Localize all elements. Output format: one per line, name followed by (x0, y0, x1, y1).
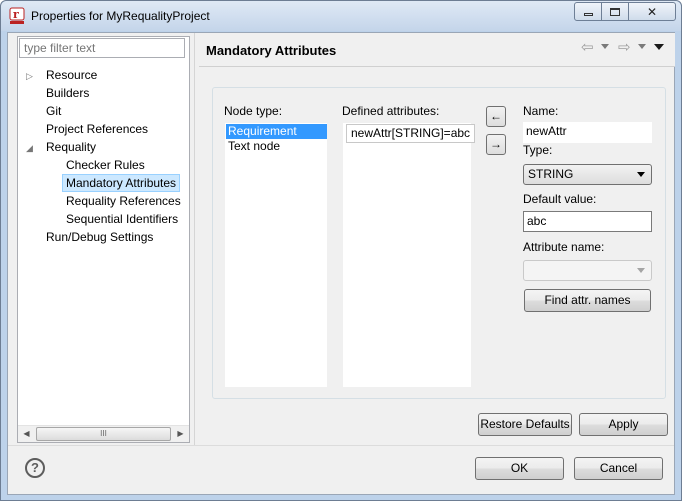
tree-item-resource[interactable]: Resource (43, 66, 100, 84)
list-item-new-attr[interactable]: newAttr[STRING]=abc (346, 124, 476, 143)
arrow-right-icon: → (490, 137, 502, 151)
default-value-field[interactable]: abc (523, 211, 652, 232)
dialog-client-area: ▷ Resource Builders Git Project Referenc… (7, 32, 675, 495)
tree-item-mandatory-attributes[interactable]: Mandatory Attributes (62, 174, 181, 192)
tree-item-project-references[interactable]: Project References (43, 120, 151, 138)
tree-item-builders[interactable]: Builders (43, 84, 92, 102)
list-item-text-node[interactable]: Text node (226, 139, 282, 154)
chevron-down-icon (637, 268, 645, 273)
remove-attribute-button[interactable]: → (486, 134, 506, 155)
restore-defaults-button[interactable]: Restore Defaults (478, 413, 572, 436)
maximize-button[interactable] (601, 2, 629, 21)
name-label: Name: (523, 104, 559, 118)
page-title: Mandatory Attributes (206, 43, 337, 58)
tree-item-requality[interactable]: Requality (43, 138, 99, 156)
filter-input[interactable] (19, 38, 185, 58)
tree-item-run-debug-settings[interactable]: Run/Debug Settings (43, 228, 156, 246)
footer-separator (8, 445, 674, 446)
minimize-button[interactable] (574, 2, 602, 21)
defined-attributes-list[interactable]: newAttr[STRING]=abc (342, 122, 476, 388)
scroll-right-icon[interactable]: ▶ (172, 426, 189, 442)
back-history-dropdown-icon[interactable] (601, 44, 609, 49)
panel-divider[interactable] (194, 33, 195, 445)
minimize-icon (583, 13, 593, 16)
close-icon: ✕ (646, 4, 658, 19)
name-field[interactable]: newAttr (523, 122, 652, 143)
attribute-name-label: Attribute name: (523, 240, 605, 254)
node-type-list[interactable]: Requirement Text node (224, 122, 328, 388)
preference-tree-panel: ▷ Resource Builders Git Project Referenc… (17, 36, 190, 443)
back-arrow-icon[interactable]: ⇦ (581, 40, 594, 56)
type-label: Type: (523, 143, 553, 157)
tree-item-git[interactable]: Git (43, 102, 64, 120)
chevron-down-icon (637, 172, 645, 177)
tree-horizontal-scrollbar[interactable]: ◀ III ▶ (18, 425, 189, 442)
cancel-button[interactable]: Cancel (574, 457, 663, 480)
title-bar: r Properties for MyRequalityProject ✕ (1, 1, 681, 31)
node-type-label: Node type: (224, 104, 283, 118)
ok-button[interactable]: OK (475, 457, 564, 480)
arrow-left-icon: ← (490, 109, 502, 123)
attribute-name-select[interactable] (523, 260, 652, 281)
requality-app-icon: r (9, 7, 25, 24)
help-icon[interactable]: ? (25, 458, 45, 478)
tree-item-requality-references[interactable]: Requality References (63, 192, 184, 210)
svg-text:r: r (13, 8, 19, 21)
tree-item-checker-rules[interactable]: Checker Rules (63, 156, 148, 174)
scroll-left-icon[interactable]: ◀ (18, 426, 35, 442)
page-header: Mandatory Attributes ⇦ ⇨ (199, 33, 675, 67)
forward-arrow-icon[interactable]: ⇨ (618, 40, 631, 56)
type-select-value: STRING (528, 167, 574, 181)
list-item-requirement[interactable]: Requirement (226, 124, 327, 139)
expand-resource-icon[interactable]: ▷ (26, 71, 36, 81)
scroll-thumb[interactable]: III (36, 427, 171, 441)
view-menu-icon[interactable] (654, 44, 664, 50)
add-attribute-button[interactable]: ← (486, 106, 506, 127)
close-button[interactable]: ✕ (628, 2, 676, 21)
forward-history-dropdown-icon[interactable] (638, 44, 646, 49)
defined-attributes-label: Defined attributes: (342, 104, 440, 118)
tree-item-sequential-identifiers[interactable]: Sequential Identifiers (63, 210, 181, 228)
properties-window: r Properties for MyRequalityProject ✕ ▷ … (0, 0, 682, 501)
default-value-label: Default value: (523, 192, 597, 206)
collapse-requality-icon[interactable]: ◢ (26, 143, 36, 153)
apply-button[interactable]: Apply (579, 413, 668, 436)
maximize-icon (610, 7, 620, 16)
window-title: Properties for MyRequalityProject (31, 9, 210, 23)
type-select[interactable]: STRING (523, 164, 652, 185)
find-attr-names-button[interactable]: Find attr. names (524, 289, 651, 312)
